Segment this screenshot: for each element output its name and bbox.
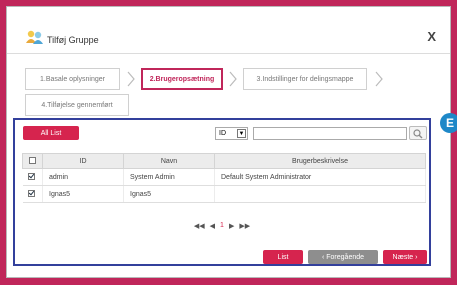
page-number[interactable]: 1	[220, 222, 224, 230]
chevron-right-icon	[375, 71, 383, 87]
column-header-name: Navn	[123, 153, 215, 169]
chevron-right-icon	[229, 71, 237, 87]
column-header-id: ID	[42, 153, 124, 169]
cell-description	[214, 185, 426, 203]
prev-page-icon[interactable]: ◀	[210, 222, 215, 230]
all-list-button[interactable]: All List	[23, 126, 79, 140]
first-page-icon[interactable]: ◀◀	[194, 222, 205, 230]
cell-description: Default System Administrator	[214, 168, 426, 186]
next-button[interactable]: Næste ›	[383, 250, 427, 264]
row-checkbox[interactable]	[28, 190, 36, 198]
cell-name: System Admin	[123, 168, 215, 186]
dialog-title: Tilføj Gruppe	[47, 35, 99, 45]
cell-name: Ignas5	[123, 185, 215, 203]
row-select-cell	[22, 168, 43, 186]
table-row[interactable]: admin System Admin Default System Admini…	[22, 168, 426, 186]
step-share-folder-settings[interactable]: 3.Indstillinger for delingsmappe	[243, 68, 367, 90]
close-icon[interactable]: X	[427, 29, 436, 44]
select-all-cell	[22, 153, 43, 169]
cell-id: Ignas5	[42, 185, 124, 203]
table-header-row: ID Navn Brugerbeskrivelse	[22, 153, 426, 169]
user-table: ID Navn Brugerbeskrivelse admin System A…	[22, 153, 426, 203]
chevron-down-icon[interactable]: ▼	[237, 129, 246, 138]
row-checkbox[interactable]	[28, 173, 36, 181]
last-page-icon[interactable]: ▶▶	[239, 222, 250, 230]
group-icon	[26, 30, 43, 44]
pagination: ◀◀ ◀ 1 ▶ ▶▶	[15, 222, 429, 230]
step-user-setup[interactable]: 2.Brugeropsætning	[141, 68, 223, 90]
search-field-value: ID	[219, 130, 226, 137]
next-page-icon[interactable]: ▶	[229, 222, 234, 230]
table-row[interactable]: Ignas5 Ignas5	[22, 185, 426, 203]
search-input[interactable]	[253, 127, 407, 140]
select-all-checkbox[interactable]	[28, 157, 36, 165]
list-button[interactable]: List	[263, 250, 303, 264]
cell-id: admin	[42, 168, 124, 186]
row-select-cell	[22, 185, 43, 203]
user-selection-panel: All List ID ▼ ID Navn Brugerbeskrivelse …	[13, 118, 431, 266]
search-icon	[413, 129, 423, 139]
step-complete[interactable]: 4.Tilføjelse gennemført	[25, 94, 129, 116]
step-basic-info[interactable]: 1.Basale oplysninger	[25, 68, 120, 90]
column-header-description: Brugerbeskrivelse	[214, 153, 426, 169]
dialog-titlebar: Tilføj Gruppe X	[7, 7, 450, 54]
step-badge: E	[440, 113, 457, 133]
previous-button[interactable]: ‹ Foregående	[308, 250, 378, 264]
search-field-select[interactable]: ID ▼	[215, 127, 248, 140]
search-button[interactable]	[409, 126, 427, 140]
chevron-right-icon	[127, 71, 135, 87]
